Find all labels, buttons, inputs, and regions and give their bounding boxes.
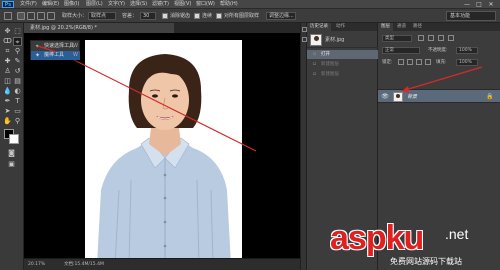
- new-layer-step-icon: ▫: [312, 61, 317, 67]
- pen-tool-icon[interactable]: ✒: [3, 97, 12, 106]
- sample-size-label: 取样大小：: [62, 13, 88, 19]
- tab-actions[interactable]: 动作: [333, 23, 348, 31]
- new-selection-icon[interactable]: [17, 12, 25, 20]
- antialias-label: 消除锯齿: [170, 13, 191, 19]
- subtract-selection-icon[interactable]: [37, 12, 45, 20]
- menu-select[interactable]: 选择(S): [130, 1, 147, 8]
- blur-tool-icon[interactable]: 💧: [3, 87, 12, 96]
- watermark-logo: aspku: [330, 219, 424, 257]
- document-size: 文档:15.4M/15.4M: [64, 262, 104, 267]
- crop-tool-icon[interactable]: ⌗: [3, 47, 12, 56]
- all-layers-checkbox[interactable]: [216, 13, 222, 19]
- screen-mode-icon[interactable]: ▣: [7, 160, 16, 169]
- history-brush-icon[interactable]: ↺: [13, 67, 22, 76]
- document-tab-bar: 素材.jpg @ 20.2%(RGB/8) *: [24, 23, 300, 33]
- marquee-tool-icon[interactable]: ⬚: [13, 27, 22, 36]
- arrow-pointer: [37, 45, 57, 53]
- options-bar: 取样大小： 取样点 容差： 30 消除锯齿 连续 对所有图层取样 调整边缘...…: [0, 9, 500, 23]
- shape-tool-icon[interactable]: ▭: [13, 107, 22, 116]
- snapshot-label: 素材.jpg: [325, 37, 345, 43]
- menu-image[interactable]: 图像(I): [64, 1, 79, 8]
- healing-brush-icon[interactable]: ✚: [3, 57, 12, 66]
- menu-filter[interactable]: 滤镜(T): [152, 1, 169, 8]
- intersect-selection-icon[interactable]: [47, 12, 55, 20]
- history-snapshot[interactable]: 素材.jpg: [307, 32, 378, 48]
- menu-bar: Ps 文件(F) 编辑(E) 图像(I) 图层(L) 文字(Y) 选择(S) 滤…: [0, 0, 500, 9]
- dodge-tool-icon[interactable]: ◐: [13, 87, 22, 96]
- watermark-subtitle: 免费网站源码下载站: [390, 257, 462, 266]
- lasso-tool-icon[interactable]: ↀ: [3, 37, 12, 46]
- tolerance-label: 容差：: [122, 13, 138, 19]
- contiguous-label: 连续: [202, 13, 213, 19]
- sample-size-select[interactable]: 取样点: [88, 12, 116, 20]
- history-step-label: 新建图层: [321, 72, 339, 77]
- move-tool-icon[interactable]: ✥: [3, 27, 12, 36]
- watermark-suffix: .net: [445, 226, 469, 242]
- open-step-icon: ▫: [312, 51, 317, 57]
- clone-stamp-icon[interactable]: ♙: [3, 67, 12, 76]
- watermark: aspku .net 免费网站源码下载站: [330, 220, 500, 270]
- path-selection-icon[interactable]: ➤: [3, 107, 12, 116]
- panel-icon-strip: [300, 23, 307, 270]
- menu-help[interactable]: 帮助(H): [220, 1, 238, 8]
- workspace-select[interactable]: 基本功能: [446, 11, 496, 21]
- tolerance-input[interactable]: 30: [140, 12, 156, 20]
- tool-preset-icon[interactable]: [4, 12, 12, 20]
- eyedropper-tool-icon[interactable]: ⚲: [13, 47, 22, 56]
- quick-mask-icon[interactable]: ◙: [7, 149, 16, 158]
- menu-file[interactable]: 文件(F): [20, 1, 37, 8]
- history-step[interactable]: ▫ 新建图层: [307, 70, 378, 79]
- quick-selection-tool-icon[interactable]: ⌖: [13, 37, 22, 46]
- tools-panel: ✥ ⬚ ↀ ⌖ ⌗ ⚲ ✚ ✎ ♙ ↺ ◫ ▤ 💧 ◐ ✒ T ➤ ▭ ✋ ⚲ …: [0, 23, 24, 270]
- status-bar: 20.17% 文档:15.4M/15.4M: [24, 258, 300, 270]
- zoom-level[interactable]: 20.17%: [28, 261, 45, 269]
- history-step-label: 新建图层: [321, 62, 339, 67]
- eraser-tool-icon[interactable]: ◫: [3, 77, 12, 86]
- all-layers-label: 对所有图层取样: [224, 13, 260, 19]
- antialias-checkbox[interactable]: [162, 13, 168, 19]
- zoom-tool-icon[interactable]: ⚲: [13, 117, 22, 126]
- history-panel-tabs: 历史记录 动作: [307, 23, 377, 31]
- snapshot-thumbnail: [310, 34, 322, 46]
- refine-edge-button[interactable]: 调整边缘...: [266, 12, 296, 20]
- maximize-button[interactable]: □: [474, 1, 484, 8]
- document-tab[interactable]: 素材.jpg @ 20.2%(RGB/8) *: [24, 23, 174, 33]
- menu-window[interactable]: 窗口(W): [196, 1, 215, 8]
- menu-view[interactable]: 视图(V): [174, 1, 191, 8]
- menu-type[interactable]: 文字(Y): [108, 1, 125, 8]
- background-color-swatch[interactable]: [9, 134, 19, 144]
- new-layer-step-icon: ▫: [312, 71, 317, 77]
- canvas-area[interactable]: [24, 33, 300, 265]
- menu-layer[interactable]: 图层(L): [86, 1, 103, 8]
- hand-tool-icon[interactable]: ✋: [3, 117, 12, 126]
- minimize-button[interactable]: —: [462, 1, 472, 8]
- menu-edit[interactable]: 编辑(E): [42, 1, 59, 8]
- arrow-annotation: [55, 50, 257, 152]
- history-step-label: 打开: [321, 52, 330, 57]
- brush-tool-icon[interactable]: ✎: [13, 57, 22, 66]
- photoshop-logo: Ps: [2, 1, 14, 8]
- add-selection-icon[interactable]: [27, 12, 35, 20]
- contiguous-checkbox[interactable]: [194, 13, 200, 19]
- type-tool-icon[interactable]: T: [13, 97, 22, 106]
- history-step[interactable]: ▫ 新建图层: [307, 60, 378, 69]
- close-button[interactable]: ✕: [486, 1, 496, 8]
- tab-history[interactable]: 历史记录: [307, 23, 331, 31]
- history-step[interactable]: ▫ 打开: [307, 50, 378, 59]
- gradient-tool-icon[interactable]: ▤: [13, 77, 22, 86]
